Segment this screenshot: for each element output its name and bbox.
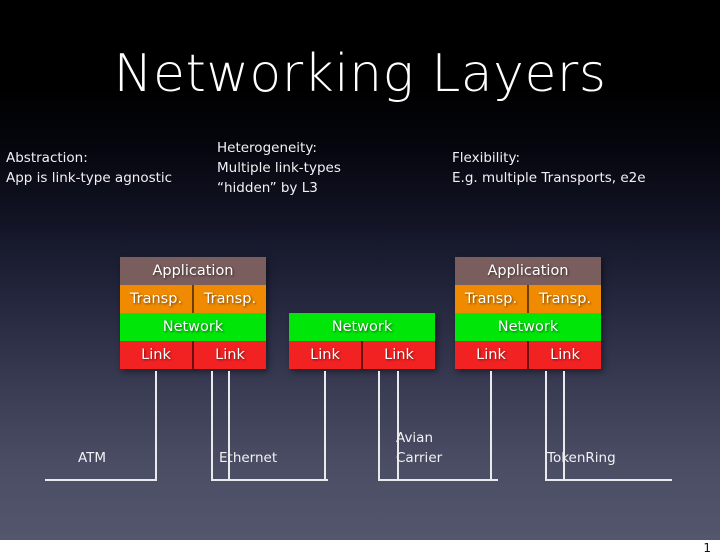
drop-line-host-left-link-a bbox=[155, 371, 157, 481]
layer-cell-transport-a: Transp. bbox=[120, 285, 192, 313]
layer-row-transport: Transp. Transp. bbox=[120, 285, 266, 313]
layer-row-application: Application bbox=[120, 257, 266, 285]
layer-row-link: Link Link bbox=[120, 341, 266, 369]
layer-cell-link-a: Link bbox=[289, 341, 361, 369]
layer-row-network: Network bbox=[455, 313, 601, 341]
layer-cell-link-b: Link bbox=[192, 341, 266, 369]
layer-row-application: Application bbox=[455, 257, 601, 285]
protocol-stack-router-middle: Network Link Link bbox=[289, 313, 435, 369]
page-title: Networking Layers bbox=[113, 44, 607, 104]
drop-line-router-link-a bbox=[324, 371, 326, 481]
link-label-tokenring: TokenRing bbox=[547, 450, 616, 466]
page-number: 1 bbox=[703, 541, 711, 555]
layer-row-transport: Transp. Transp. bbox=[455, 285, 601, 313]
slide-footer: 1 bbox=[0, 540, 720, 560]
drop-line-host-right-link-a bbox=[490, 371, 492, 481]
layer-cell-link-b: Link bbox=[527, 341, 601, 369]
layer-cell-transport-b: Transp. bbox=[527, 285, 601, 313]
layer-row-link: Link Link bbox=[289, 341, 435, 369]
protocol-stack-host-right: Application Transp. Transp. Network Link… bbox=[455, 257, 601, 369]
layer-row-link: Link Link bbox=[455, 341, 601, 369]
layer-cell-link-a: Link bbox=[455, 341, 527, 369]
layer-cell-application: Application bbox=[455, 257, 601, 285]
link-label-avian: Avian Carrier bbox=[396, 430, 443, 466]
caption-flexibility: Flexibility: E.g. multiple Transports, e… bbox=[452, 150, 646, 186]
layer-row-network: Network bbox=[289, 313, 435, 341]
layer-cell-link-a: Link bbox=[120, 341, 192, 369]
link-label-ethernet: Ethernet bbox=[219, 450, 278, 466]
layer-cell-link-b: Link bbox=[361, 341, 435, 369]
protocol-stack-host-left: Application Transp. Transp. Network Link… bbox=[120, 257, 266, 369]
bracket-avian bbox=[378, 479, 498, 481]
slide-canvas: Networking Layers Abstraction: App is li… bbox=[0, 0, 720, 540]
layer-cell-network: Network bbox=[120, 313, 266, 341]
layer-cell-network: Network bbox=[455, 313, 601, 341]
layer-cell-transport-b: Transp. bbox=[192, 285, 266, 313]
link-label-atm: ATM bbox=[78, 450, 107, 466]
caption-heterogeneity: Heterogeneity: Multiple link-types “hidd… bbox=[217, 140, 341, 196]
bracket-leg-avian-left bbox=[378, 371, 380, 481]
bracket-tokenring bbox=[545, 479, 672, 481]
bracket-atm bbox=[45, 479, 156, 481]
layer-cell-transport-a: Transp. bbox=[455, 285, 527, 313]
bracket-ethernet bbox=[211, 479, 328, 481]
layer-cell-network: Network bbox=[289, 313, 435, 341]
caption-abstraction: Abstraction: App is link-type agnostic bbox=[6, 150, 173, 186]
layer-row-network: Network bbox=[120, 313, 266, 341]
layer-cell-application: Application bbox=[120, 257, 266, 285]
bracket-leg-ethernet-left bbox=[211, 371, 213, 481]
